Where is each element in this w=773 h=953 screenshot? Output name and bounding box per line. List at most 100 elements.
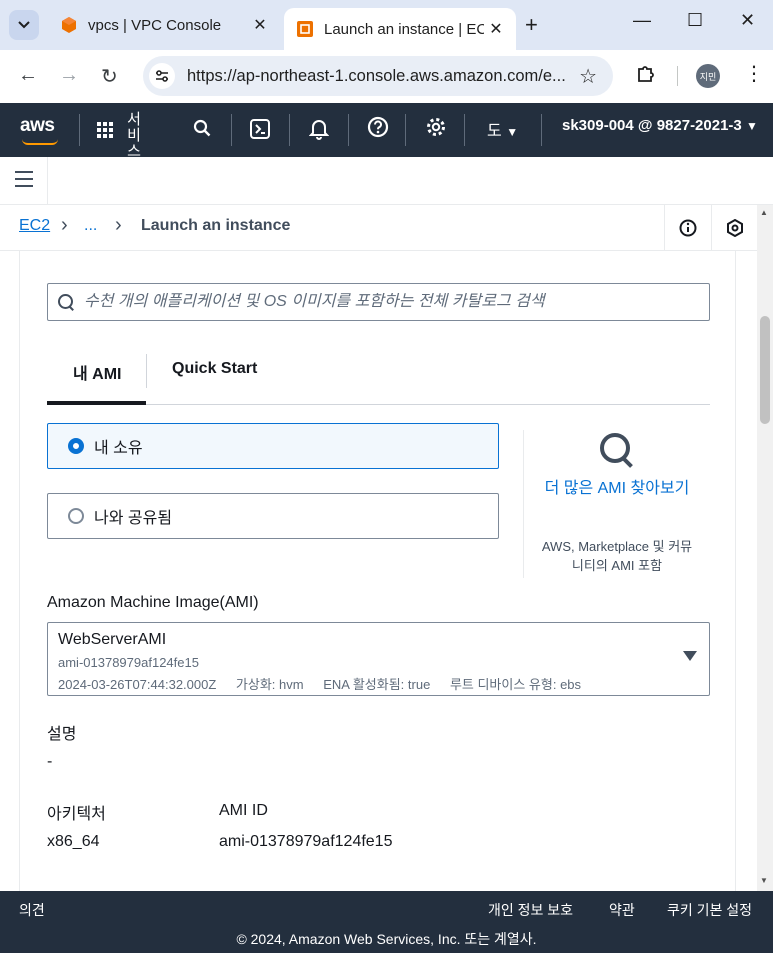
browser-tab-strip: vpcs | VPC Console ✕ Launch an instance … — [0, 0, 773, 50]
nav-divider — [464, 114, 465, 146]
tab-title: vpcs | VPC Console — [88, 16, 222, 34]
catalog-search-input[interactable] — [84, 293, 694, 311]
close-tab-icon[interactable]: ✕ — [248, 15, 272, 35]
ownership-option-owned[interactable]: 내 소유 — [47, 423, 499, 469]
site-settings-icon[interactable] — [149, 63, 175, 89]
scrollbar-thumb[interactable] — [760, 316, 770, 424]
nav-divider — [348, 114, 349, 146]
ami-metadata: 2024-03-26T07:44:32.000Z 가상화: hvm ENA 활성… — [58, 674, 597, 693]
caret-down-icon: ▼ — [745, 119, 758, 133]
ami-field-label: Amazon Machine Image(AMI) — [47, 594, 259, 611]
ami-creation-date: 2024-03-26T07:44:32.000Z — [58, 677, 217, 692]
divider — [47, 157, 48, 205]
tab-title: Launch an instance | EC — [324, 20, 484, 38]
maximize-icon[interactable]: ☐ — [687, 10, 703, 31]
search-icon[interactable] — [193, 119, 211, 142]
services-grid-icon[interactable] — [97, 122, 113, 138]
settings-gear-icon[interactable] — [425, 116, 447, 143]
description-value: - — [47, 753, 53, 770]
ami-select[interactable]: WebServerAMI ami-01378979af124fe15 2024-… — [47, 622, 710, 696]
profile-avatar[interactable]: 지민 — [696, 64, 720, 88]
address-bar[interactable]: https://ap-northeast-1.console.aws.amazo… — [143, 56, 613, 96]
browser-tab-vpcs[interactable]: vpcs | VPC Console ✕ — [48, 8, 280, 42]
radio-unselected-icon[interactable] — [68, 508, 84, 524]
hamburger-menu-icon[interactable] — [15, 171, 33, 187]
tutorial-panel-button[interactable] — [711, 205, 757, 251]
help-icon[interactable] — [367, 116, 389, 143]
tab-quick-start[interactable]: Quick Start — [172, 360, 257, 378]
compass-icon — [726, 219, 743, 237]
browse-more-amis-link[interactable]: 더 많은 AMI 찾아보기 — [540, 476, 694, 502]
feedback-link[interactable]: 의견 — [19, 900, 45, 920]
scroll-up-arrow-icon[interactable]: ▲ — [760, 208, 768, 217]
breadcrumb: EC2 › ... › Launch an instance — [0, 205, 757, 251]
bookmark-star-icon[interactable]: ☆ — [579, 64, 597, 89]
back-arrow-icon[interactable]: ← — [18, 64, 38, 87]
architecture-label: 아키텍처 — [47, 806, 106, 823]
account-label: sk309-004 @ 9827-2021-3 — [562, 117, 742, 134]
reload-icon[interactable]: ↻ — [101, 64, 118, 89]
close-window-icon[interactable]: ✕ — [740, 10, 755, 31]
ami-root-device: 루트 디바이스 유형: ebs — [449, 677, 582, 692]
description-label: 설명 — [47, 726, 77, 743]
minimize-icon[interactable]: — — [633, 10, 651, 31]
scroll-down-arrow-icon[interactable]: ▼ — [760, 876, 768, 885]
forward-arrow-icon[interactable]: → — [59, 64, 79, 87]
ownership-option-label: 내 소유 — [94, 440, 143, 457]
catalog-search[interactable] — [47, 283, 710, 321]
region-label: 도 — [487, 123, 502, 140]
ami-source-tabs: 내 AMI Quick Start — [47, 350, 710, 405]
close-tab-icon[interactable]: ✕ — [484, 19, 508, 39]
account-menu[interactable]: sk309-004 @ 9827-2021-3 ▼ — [562, 117, 758, 134]
ec2-favicon-icon — [297, 21, 313, 37]
breadcrumb-current: Launch an instance — [141, 217, 291, 234]
tab-divider — [146, 354, 147, 388]
region-selector[interactable]: 도 ▼ — [487, 117, 518, 141]
url-text: https://ap-northeast-1.console.aws.amazo… — [187, 66, 566, 85]
browser-tab-launch-instance[interactable]: Launch an instance | EC ✕ — [284, 8, 516, 50]
nav-divider — [405, 114, 406, 146]
toolbar-divider — [677, 66, 678, 86]
section-divider — [523, 430, 524, 578]
ami-id-text: ami-01378979af124fe15 — [58, 655, 199, 670]
nav-divider — [541, 114, 542, 146]
console-sub-bar — [0, 157, 773, 205]
search-icon — [58, 294, 74, 310]
aws-logo[interactable]: aws — [20, 115, 55, 137]
ami-id-value: ami-01378979af124fe15 — [219, 833, 393, 850]
chevron-down-icon — [18, 21, 30, 29]
ownership-option-shared[interactable]: 나와 공유됨 — [47, 493, 499, 539]
tab-search-button[interactable] — [9, 10, 39, 40]
breadcrumb-ec2-link[interactable]: EC2 — [19, 217, 50, 235]
active-tab-indicator — [47, 401, 146, 405]
aws-top-nav: aws 서비스 도 ▼ sk309-004 @ 9827-2021-3 ▼ — [0, 103, 773, 160]
console-footer: 의견 개인 정보 보호 약관 쿠키 기본 설정 © 2024, Amazon W… — [0, 891, 773, 953]
extensions-icon[interactable] — [636, 63, 656, 88]
ami-name: WebServerAMI — [58, 631, 167, 648]
page-scrollbar[interactable] — [757, 205, 773, 891]
browser-toolbar: ← → ↻ https://ap-northeast-1.console.aws… — [0, 50, 773, 103]
architecture-value: x86_64 — [47, 833, 100, 850]
breadcrumb-ellipsis[interactable]: ... — [84, 217, 97, 235]
nav-divider — [79, 114, 80, 146]
caret-down-icon: ▼ — [506, 125, 519, 139]
search-icon — [598, 431, 634, 467]
cookie-preferences-link[interactable]: 쿠키 기본 설정 — [667, 900, 752, 920]
aws-smile-icon — [22, 139, 58, 145]
caret-down-icon[interactable] — [683, 651, 697, 661]
vpc-favicon-icon — [62, 17, 76, 33]
terms-link[interactable]: 약관 — [609, 900, 635, 920]
services-menu[interactable]: 서비스 — [124, 112, 144, 160]
tab-my-ami[interactable]: 내 AMI — [73, 360, 122, 384]
chevron-right-icon: › — [115, 214, 122, 236]
privacy-link[interactable]: 개인 정보 보호 — [488, 900, 573, 920]
new-tab-button[interactable]: + — [525, 12, 538, 38]
chevron-right-icon: › — [61, 214, 68, 236]
ownership-option-label: 나와 공유됨 — [94, 510, 173, 527]
radio-selected-icon[interactable] — [68, 438, 84, 454]
notifications-bell-icon[interactable] — [308, 118, 330, 145]
copyright-text: © 2024, Amazon Web Services, Inc. 또는 계열사… — [236, 931, 537, 947]
cloudshell-icon[interactable] — [250, 119, 270, 144]
browser-menu-icon[interactable]: ⋮ — [744, 61, 764, 86]
info-panel-button[interactable] — [664, 205, 710, 251]
